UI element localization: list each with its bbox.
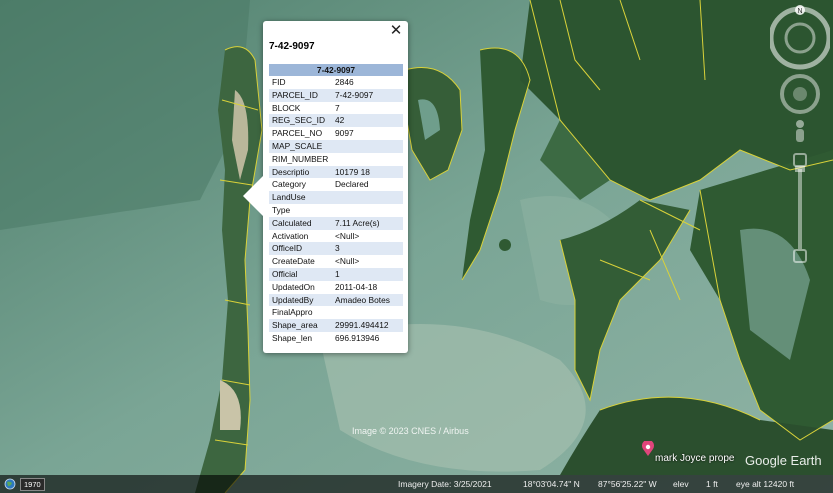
attribute-row: MAP_SCALE xyxy=(269,139,403,153)
attribute-value: Declared xyxy=(335,179,369,190)
attribute-row: Type xyxy=(269,204,403,217)
attribute-row: UpdatedBy Amadeo Botes xyxy=(269,293,403,307)
elevation-label: elev xyxy=(673,479,689,489)
attribute-row: BLOCK 7 xyxy=(269,102,403,115)
imagery-credit: Image © 2023 CNES / Airbus xyxy=(352,426,469,436)
attribute-value: 10179 18 xyxy=(332,165,403,179)
attribute-row: LandUse xyxy=(269,191,403,204)
attribute-value xyxy=(332,204,403,217)
attribute-key: Descriptio xyxy=(269,165,332,179)
street-view-person-icon[interactable] xyxy=(796,120,804,142)
attribute-key: CreateDate xyxy=(272,256,315,267)
attribute-row: RIM_NUMBER xyxy=(269,153,403,166)
attribute-row: OfficeID 3 xyxy=(269,242,403,256)
attribute-key: PARCEL_ID xyxy=(269,88,332,102)
latitude-readout: 18°03'04.74" N xyxy=(523,479,580,489)
attribute-value: <Null> xyxy=(335,230,360,241)
attribute-key: Type xyxy=(272,204,291,215)
attribute-value: 2011-04-18 xyxy=(335,281,378,292)
attribute-row: Category Declared xyxy=(269,178,403,191)
google-earth-logo: Google Earth xyxy=(745,453,822,468)
attribute-key: UpdatedOn xyxy=(272,281,315,292)
status-bar: 1970 Imagery Date: 3/25/2021 18°03'04.74… xyxy=(0,475,833,493)
attribute-key: RIM_NUMBER xyxy=(272,153,329,164)
attribute-value: 7 xyxy=(335,102,340,113)
attribute-value xyxy=(332,139,403,153)
attribute-row: Official 1 xyxy=(269,267,403,281)
attribute-key: Activation xyxy=(272,230,309,241)
longitude-readout: 87°56'25.22" W xyxy=(598,479,657,489)
attribute-key: MAP_SCALE xyxy=(269,139,332,153)
attribute-key: REG_SEC_ID xyxy=(269,114,332,128)
attribute-key: FinalAppro xyxy=(272,307,313,318)
attribute-value: 29991.494412 xyxy=(332,319,403,332)
north-indicator: N xyxy=(797,8,802,15)
attribute-value: 42 xyxy=(332,114,403,128)
attribute-key: Calculated xyxy=(269,216,332,230)
elevation-value: 1 ft xyxy=(706,479,718,489)
attribute-row: FID 2846 xyxy=(269,76,403,89)
attribute-key: Official xyxy=(269,267,332,281)
attribute-row: Calculated 7.11 Acre(s) xyxy=(269,216,403,230)
globe-icon[interactable] xyxy=(4,478,16,490)
attribute-key: Shape_len xyxy=(272,332,313,343)
attribute-value: Amadeo Botes xyxy=(332,293,403,307)
popup-title: 7-42-9097 xyxy=(269,41,315,52)
attribute-key: PARCEL_NO xyxy=(272,128,323,139)
attribute-value: <Null> xyxy=(335,256,360,267)
attribute-key: FID xyxy=(272,77,286,87)
eye-altitude: eye alt 12420 ft xyxy=(736,479,795,489)
attribute-row: CreateDate <Null> xyxy=(269,255,403,268)
attribute-row: UpdatedOn 2011-04-18 xyxy=(269,281,403,294)
attribute-key: Category xyxy=(272,179,306,190)
look-joystick-icon[interactable] xyxy=(780,74,820,114)
attribute-key: BLOCK xyxy=(272,102,301,113)
attribute-value xyxy=(332,191,403,204)
attribute-row: Activation <Null> xyxy=(269,230,403,243)
attribute-value: 7.11 Acre(s) xyxy=(332,216,403,230)
attribute-row: REG_SEC_ID 42 xyxy=(269,114,403,128)
attribute-value: 3 xyxy=(332,242,403,256)
attribute-value xyxy=(332,153,403,166)
attribute-key: OfficeID xyxy=(269,242,332,256)
parcel-info-popup: 7-42-9097 ✕ 7-42-9097 FID 2846 PARCEL_ID 7-… xyxy=(243,21,408,353)
attribute-key: Shape_area xyxy=(269,319,332,332)
attribute-row: PARCEL_ID 7-42-9097 xyxy=(269,88,403,102)
compass-icon[interactable]: N xyxy=(770,5,830,70)
navigation-controls[interactable]: N xyxy=(770,4,830,274)
attribute-key: LandUse xyxy=(269,191,332,204)
close-icon[interactable]: ✕ xyxy=(387,22,405,40)
attribute-value: 2846 xyxy=(335,77,354,87)
attribute-value xyxy=(332,306,403,319)
popup-pointer xyxy=(243,176,263,216)
attribute-value: 7-42-9097 xyxy=(332,88,403,102)
attribute-row: PARCEL_NO 9097 xyxy=(269,127,403,140)
attribute-table: 7-42-9097 FID 2846 PARCEL_ID 7-42-9097 BLOCK… xyxy=(269,64,403,345)
placemark-label[interactable]: mark Joyce prope xyxy=(655,453,734,464)
attribute-row: Shape_len 696.913946 xyxy=(269,332,403,345)
satellite-map[interactable] xyxy=(0,0,833,493)
placemark-pin-icon[interactable] xyxy=(641,441,655,457)
attribute-value: 1 xyxy=(332,267,403,281)
attribute-value: 696.913946 xyxy=(335,332,380,343)
imagery-date: Imagery Date: 3/25/2021 xyxy=(398,479,492,489)
attribute-table-header: 7-42-9097 xyxy=(269,64,403,76)
attribute-row: FinalAppro xyxy=(269,306,403,319)
zoom-slider-icon[interactable] xyxy=(793,153,807,263)
historical-imagery-year[interactable]: 1970 xyxy=(20,478,45,491)
attribute-row: Descriptio 10179 18 xyxy=(269,165,403,179)
attribute-key: UpdatedBy xyxy=(269,293,332,307)
attribute-row: Shape_area 29991.494412 xyxy=(269,319,403,332)
attribute-value: 9097 xyxy=(335,128,354,139)
